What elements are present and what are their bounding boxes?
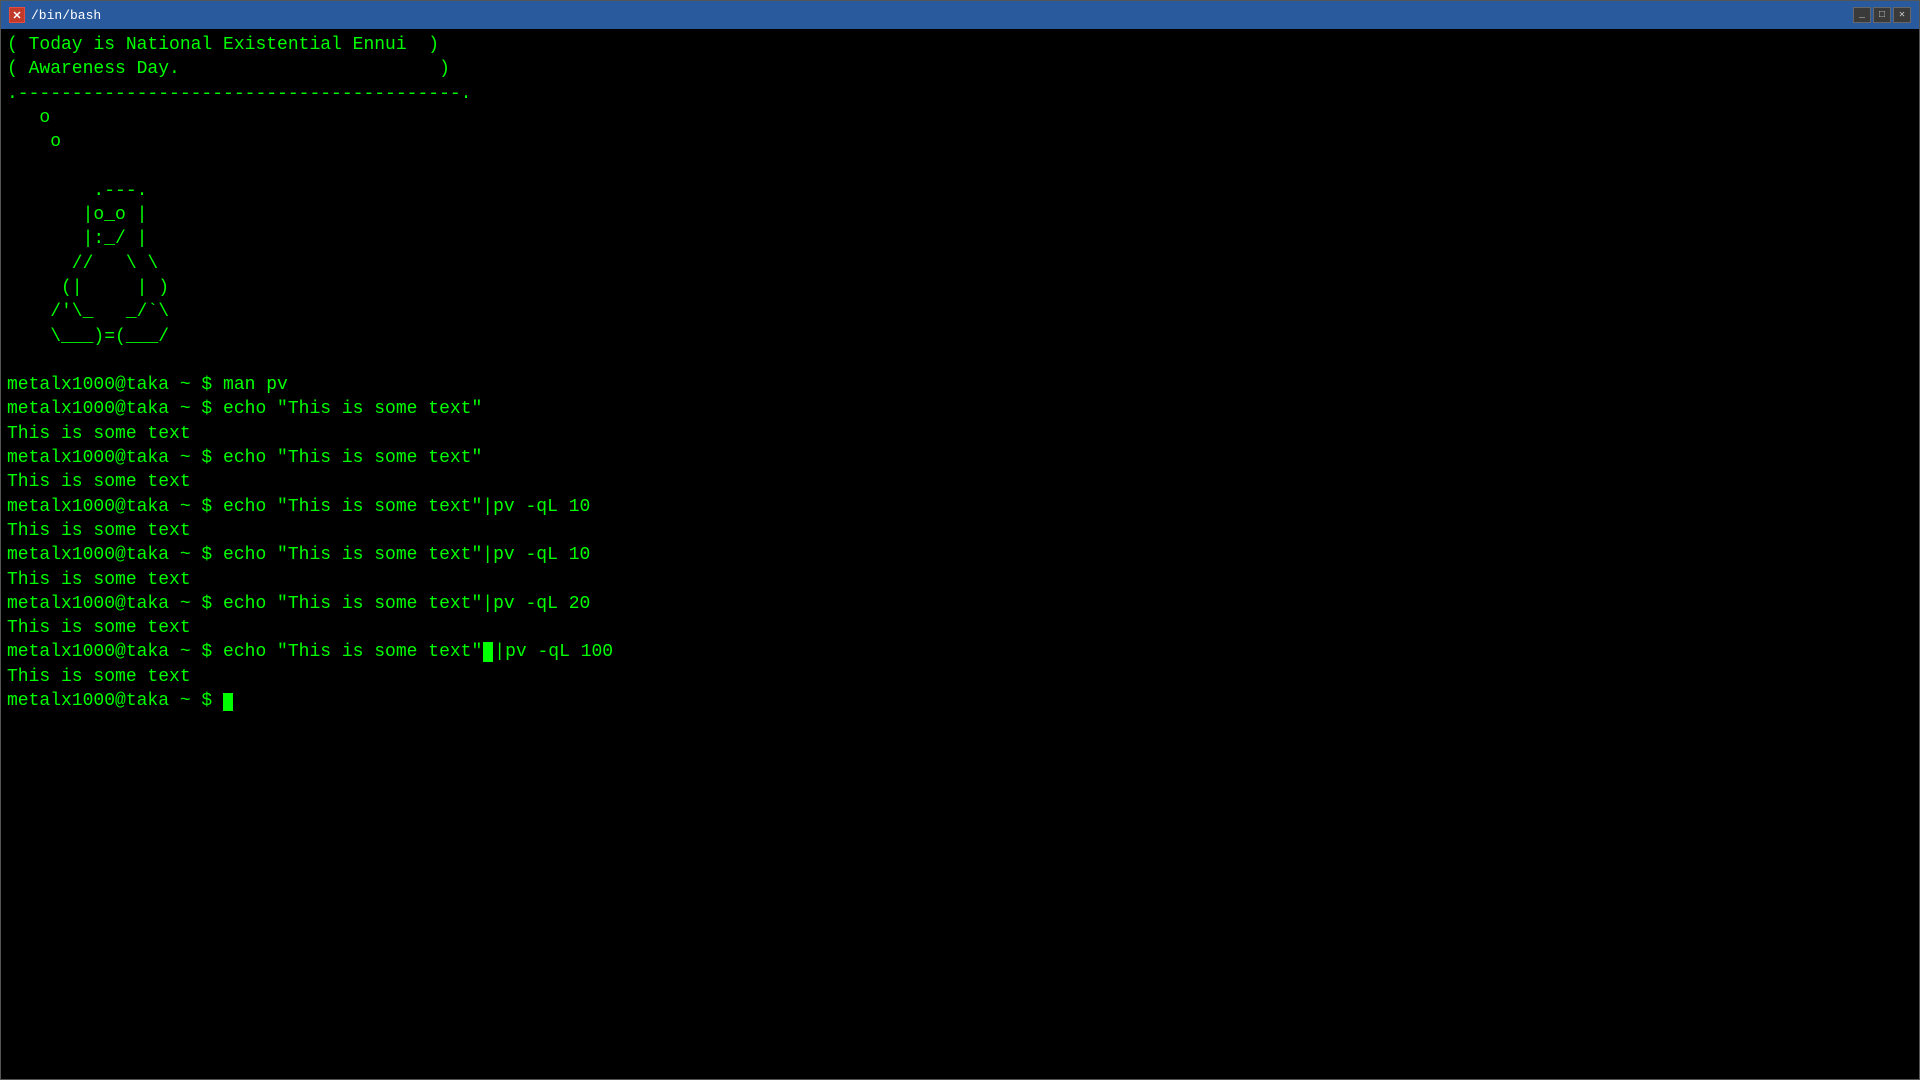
close-button[interactable]: ✕ — [1893, 7, 1911, 23]
window-icon — [9, 7, 25, 23]
maximize-button[interactable]: □ — [1873, 7, 1891, 23]
window-title: /bin/bash — [31, 8, 101, 23]
titlebar-controls: _ □ ✕ — [1853, 7, 1911, 23]
pipe-cursor — [483, 642, 493, 662]
terminal-window: /bin/bash _ □ ✕ ( Today is National Exis… — [0, 0, 1920, 1080]
terminal-cursor — [223, 693, 233, 711]
titlebar: /bin/bash _ □ ✕ — [1, 1, 1919, 29]
terminal-output[interactable]: ( Today is National Existential Ennui ) … — [1, 29, 1919, 1079]
minimize-button[interactable]: _ — [1853, 7, 1871, 23]
titlebar-left: /bin/bash — [9, 7, 101, 23]
